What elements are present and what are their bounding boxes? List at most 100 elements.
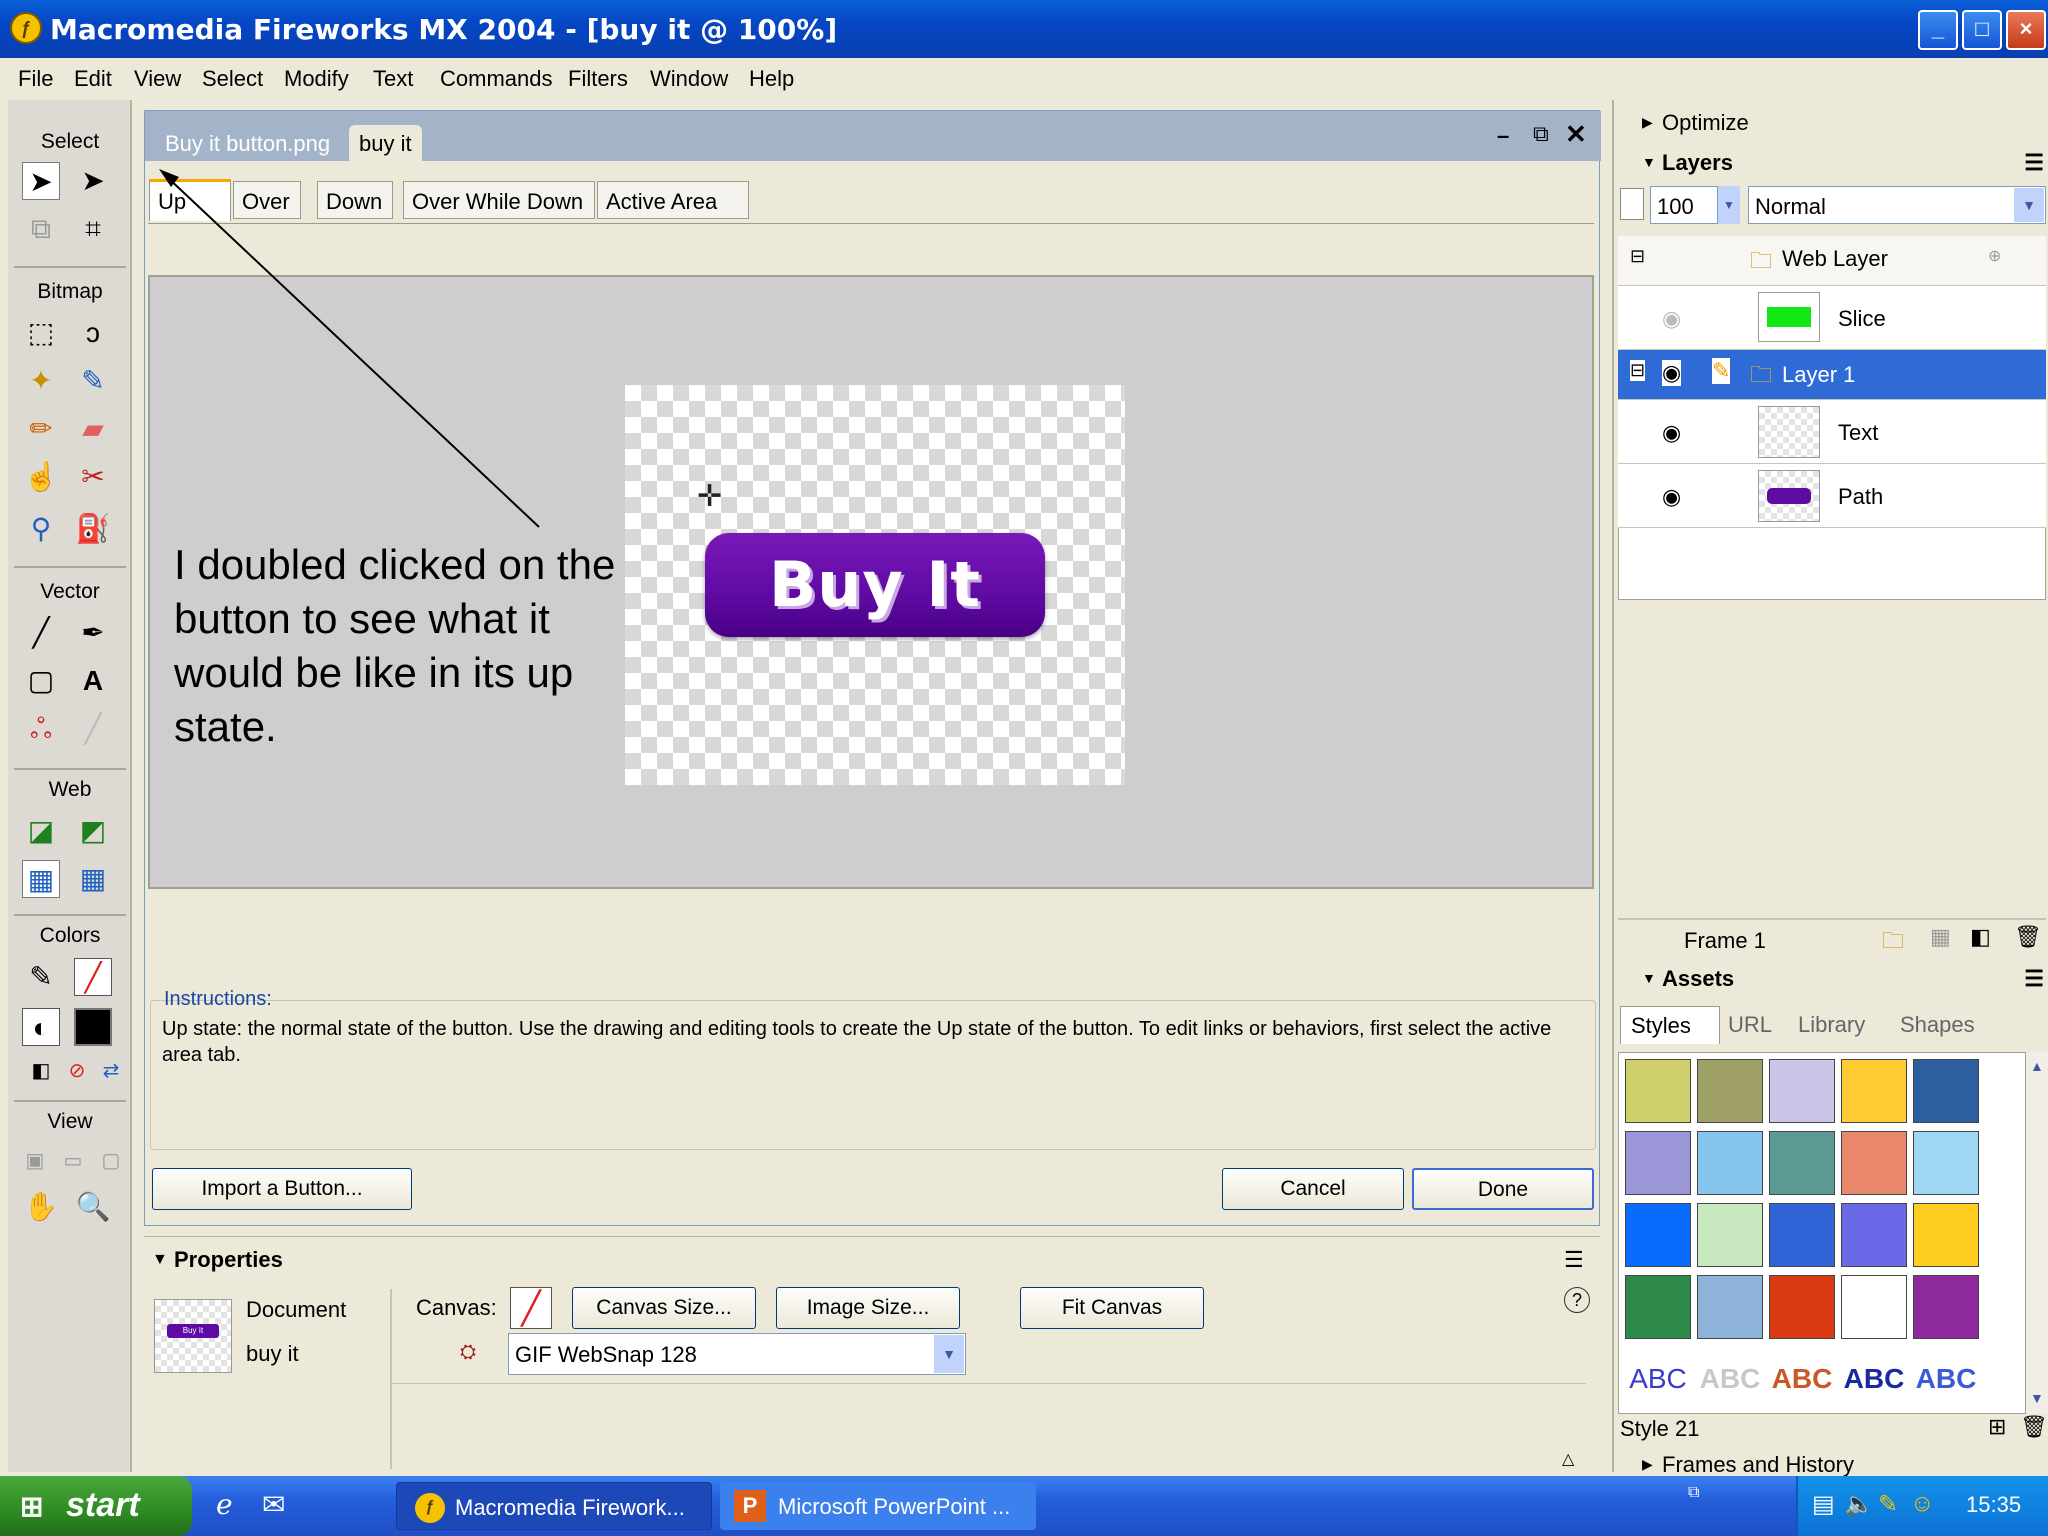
text-style-swatch[interactable]: ABC: [1769, 1347, 1835, 1411]
menu-modify[interactable]: Modify: [284, 66, 349, 92]
layer-row-web-layer[interactable]: ⊟ 🗀 Web Layer ⊕: [1618, 236, 2046, 286]
crop-tool-icon[interactable]: ⌗: [74, 210, 112, 248]
pencil-tool-icon[interactable]: ✏: [22, 410, 60, 448]
eye-icon[interactable]: ◉: [1662, 360, 1682, 386]
text-style-swatch[interactable]: ABC: [1697, 1347, 1763, 1411]
pencil-edit-icon[interactable]: ✎: [1712, 358, 1731, 384]
menu-view[interactable]: View: [134, 66, 181, 92]
stroke-color-icon[interactable]: ✎: [22, 958, 60, 996]
eraser-tool-icon[interactable]: ▰: [74, 410, 112, 448]
default-colors-icon[interactable]: ◧: [22, 1052, 60, 1090]
styles-scrollbar[interactable]: ▲ ▼: [2026, 1052, 2048, 1414]
share-layer-icon[interactable]: ⊕: [1988, 246, 2001, 266]
tab-styles[interactable]: Styles: [1620, 1006, 1720, 1044]
menu-filters[interactable]: Filters: [568, 66, 628, 92]
standard-screen-icon[interactable]: ▣: [16, 1142, 54, 1180]
full-screen-icon[interactable]: ▢: [92, 1142, 130, 1180]
text-tool-icon[interactable]: A: [74, 662, 112, 700]
style-swatch[interactable]: [1769, 1059, 1835, 1123]
doc-minimize-icon[interactable]: –: [1497, 123, 1509, 149]
tab-url[interactable]: URL: [1728, 1012, 1772, 1038]
tab-shapes[interactable]: Shapes: [1900, 1012, 1975, 1038]
chevron-down-icon[interactable]: ▼: [934, 1335, 964, 1373]
export-settings-icon[interactable]: ⛭: [460, 1341, 476, 1364]
style-swatch[interactable]: [1625, 1203, 1691, 1267]
eye-icon[interactable]: ◉: [1662, 306, 1681, 332]
text-style-swatch[interactable]: ABC: [1625, 1347, 1691, 1411]
tray-app-icon[interactable]: ▤: [1812, 1490, 1835, 1519]
start-button[interactable]: ⊞ start: [0, 1476, 192, 1536]
delete-style-icon[interactable]: 🗑: [2020, 1414, 2048, 1440]
style-swatch[interactable]: [1697, 1059, 1763, 1123]
no-color-icon[interactable]: ⊘: [58, 1052, 96, 1090]
help-icon[interactable]: ?: [1564, 1287, 1590, 1313]
freeform-tool-icon[interactable]: ஃ: [22, 710, 60, 748]
style-swatch[interactable]: [1625, 1131, 1691, 1195]
rectangle-tool-icon[interactable]: ▢: [22, 662, 60, 700]
delete-layer-icon[interactable]: 🗑: [2014, 924, 2042, 950]
cancel-button[interactable]: Cancel: [1222, 1168, 1404, 1210]
style-swatch[interactable]: [1769, 1131, 1835, 1195]
hide-slices-icon[interactable]: ▦: [22, 860, 60, 898]
eye-icon[interactable]: ◉: [1662, 484, 1681, 510]
properties-title[interactable]: Properties: [174, 1247, 283, 1273]
opacity-dropdown-icon[interactable]: ▼: [1718, 186, 1740, 224]
blend-mode-select[interactable]: Normal ▼: [1748, 186, 2046, 224]
chevron-down-icon[interactable]: ▼: [2014, 188, 2044, 222]
export-settings-select[interactable]: GIF WebSnap 128 ▼: [508, 1333, 966, 1375]
layer-row-text[interactable]: ◉ Text: [1618, 400, 2046, 464]
assets-options-icon[interactable]: ☰: [2024, 966, 2044, 992]
layers-panel-header[interactable]: ▼ Layers ☰: [1614, 144, 2048, 180]
ie-quicklaunch-icon[interactable]: ℯ: [216, 1488, 233, 1521]
marquee-tool-icon[interactable]: ⬚: [22, 314, 60, 352]
menu-edit[interactable]: Edit: [74, 66, 112, 92]
opacity-input[interactable]: 100: [1650, 186, 1718, 224]
new-sublayer-icon[interactable]: 🗀: [1882, 924, 1904, 962]
outlook-quicklaunch-icon[interactable]: ✉: [262, 1488, 285, 1521]
style-swatch[interactable]: [1841, 1203, 1907, 1267]
panel-options-icon[interactable]: ☰: [1564, 1247, 1584, 1273]
task-powerpoint[interactable]: P Microsoft PowerPoint ...: [720, 1482, 1036, 1530]
eyedropper-tool-icon[interactable]: ⚲: [22, 510, 60, 548]
zoom-tool-icon[interactable]: 🔍: [74, 1188, 112, 1226]
menu-text[interactable]: Text: [373, 66, 413, 92]
menu-select[interactable]: Select: [202, 66, 263, 92]
eye-icon[interactable]: ◉: [1662, 420, 1681, 446]
doc-close-icon[interactable]: ✕: [1565, 119, 1587, 150]
full-screen-menus-icon[interactable]: ▭: [54, 1142, 92, 1180]
style-swatch[interactable]: [1697, 1275, 1763, 1339]
tray-network-icon[interactable]: ✎: [1878, 1490, 1898, 1519]
collapse-icon[interactable]: ⊟: [1630, 246, 1645, 267]
style-swatch[interactable]: [1697, 1131, 1763, 1195]
taskbar-scroll-icon[interactable]: ⧉: [1688, 1484, 1699, 1502]
volume-icon[interactable]: 🔈: [1844, 1490, 1874, 1519]
style-swatch[interactable]: [1841, 1275, 1907, 1339]
text-style-swatch[interactable]: ABC: [1841, 1347, 1907, 1411]
style-swatch[interactable]: [1697, 1203, 1763, 1267]
scroll-down-icon[interactable]: ▼: [2030, 1390, 2044, 1406]
style-swatch[interactable]: [1913, 1059, 1979, 1123]
menu-file[interactable]: File: [18, 66, 53, 92]
show-slices-icon[interactable]: ▦: [74, 860, 112, 898]
tab-library[interactable]: Library: [1798, 1012, 1865, 1038]
layer-row-layer1[interactable]: ⊟ ◉ ✎ 🗀 Layer 1: [1618, 350, 2046, 400]
fill-swatch-black[interactable]: [74, 1008, 112, 1046]
canvas-color-swatch[interactable]: ╱: [510, 1287, 552, 1329]
style-swatch[interactable]: [1769, 1203, 1835, 1267]
pen-tool-icon[interactable]: ✒: [74, 614, 112, 652]
scroll-up-icon[interactable]: ▲: [2030, 1058, 2044, 1074]
subselection-tool-icon[interactable]: ➤: [74, 162, 112, 200]
layer-row-path[interactable]: ◉ Path: [1618, 464, 2046, 528]
fit-canvas-button[interactable]: Fit Canvas: [1020, 1287, 1204, 1329]
rubber-stamp-tool-icon[interactable]: ✂: [74, 458, 112, 496]
maximize-button[interactable]: □: [1962, 10, 2002, 50]
style-swatch[interactable]: [1841, 1131, 1907, 1195]
slice-tool-icon[interactable]: ◩: [74, 812, 112, 850]
import-button-button[interactable]: Import a Button...: [152, 1168, 412, 1210]
collapse-up-icon[interactable]: △: [1562, 1449, 1574, 1469]
menu-help[interactable]: Help: [749, 66, 794, 92]
style-swatch[interactable]: [1913, 1275, 1979, 1339]
new-bitmap-icon[interactable]: ▦: [1930, 924, 1951, 950]
buy-it-button-graphic[interactable]: Buy It: [705, 533, 1045, 637]
paint-bucket-tool-icon[interactable]: ⛽: [74, 510, 112, 548]
